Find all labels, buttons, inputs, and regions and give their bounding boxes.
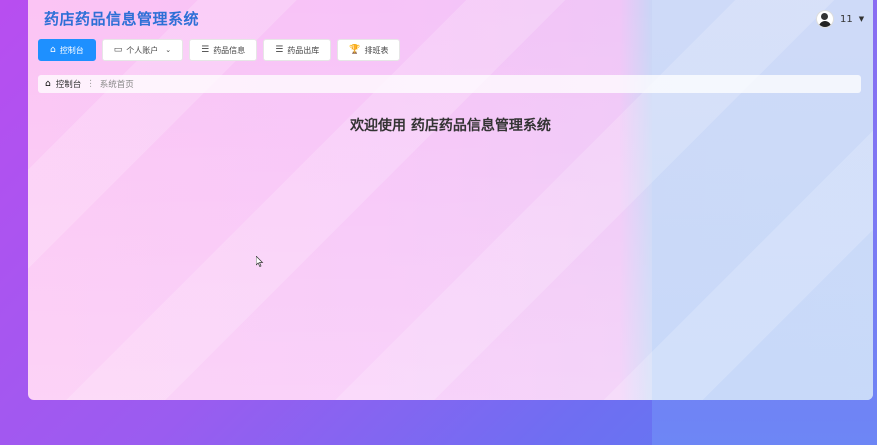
list-icon: ☰ xyxy=(275,44,284,55)
nav-dashboard-button[interactable]: ⌂ 控制台 xyxy=(38,39,96,61)
nav-schedule-button[interactable]: 🏆 排班表 xyxy=(337,39,401,61)
nav-drug-info-button[interactable]: ☰ 药品信息 xyxy=(189,39,258,61)
nav-account-button[interactable]: ▭ 个人账户 ⌄ xyxy=(101,39,184,61)
trophy-icon: 🏆 xyxy=(349,44,361,55)
nav-drug-outbound-label: 药品出库 xyxy=(287,45,320,55)
mouse-cursor-icon xyxy=(256,256,264,267)
welcome-heading: 欢迎使用 药店药品信息管理系统 xyxy=(350,118,551,134)
nav-dashboard-label: 控制台 xyxy=(59,45,84,55)
caret-down-icon[interactable]: ▼ xyxy=(859,15,864,23)
card-icon: ▭ xyxy=(113,44,123,55)
top-nav: ⌂ 控制台 ▭ 个人账户 ⌄ ☰ 药品信息 ☰ 药品出库 🏆 排班表 xyxy=(38,39,401,61)
nav-drug-info-label: 药品信息 xyxy=(213,45,246,55)
main-panel: 药店药品信息管理系统 11 ▼ ⌂ 控制台 ▭ 个人账户 ⌄ ☰ 药品信息 ☰ … xyxy=(28,0,873,400)
panel-right-shade xyxy=(652,0,873,400)
breadcrumb-separator: ⋮ xyxy=(86,79,95,89)
home-icon: ⌂ xyxy=(45,78,51,89)
avatar[interactable] xyxy=(816,10,834,28)
app-title: 药店药品信息管理系统 xyxy=(44,10,200,28)
home-icon: ⌂ xyxy=(50,44,56,55)
user-menu[interactable]: 11 ▼ xyxy=(816,10,864,28)
list-icon: ☰ xyxy=(201,44,210,55)
user-name[interactable]: 11 xyxy=(840,14,853,25)
nav-account-label: 个人账户 xyxy=(126,45,159,55)
breadcrumb-home[interactable]: 控制台 xyxy=(56,78,82,90)
breadcrumb: ⌂ 控制台 ⋮ 系统首页 xyxy=(38,75,861,93)
breadcrumb-current: 系统首页 xyxy=(99,80,134,90)
nav-drug-outbound-button[interactable]: ☰ 药品出库 xyxy=(263,39,332,61)
nav-schedule-label: 排班表 xyxy=(364,45,389,55)
chevron-down-icon: ⌄ xyxy=(165,45,172,54)
